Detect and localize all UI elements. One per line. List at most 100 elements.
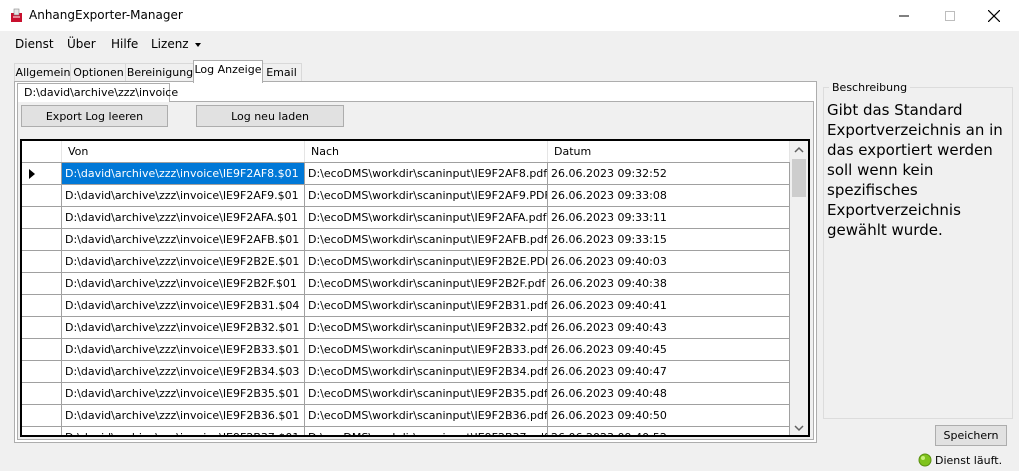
- cell-datum[interactable]: 26.06.2023 09:40:50: [548, 405, 790, 427]
- row-header[interactable]: [22, 229, 62, 251]
- scrollbar-thumb[interactable]: [792, 159, 806, 197]
- row-header[interactable]: [22, 185, 62, 207]
- row-header[interactable]: [22, 427, 62, 435]
- menu-dienst[interactable]: Dienst: [15, 37, 54, 51]
- cell-von[interactable]: D:\david\archive\zzz\invoice\IE9F2AFA.$0…: [62, 207, 305, 229]
- dropdown-arrow-icon: [195, 42, 202, 47]
- cell-von[interactable]: D:\david\archive\zzz\invoice\IE9F2AFB.$0…: [62, 229, 305, 251]
- table-row[interactable]: D:\david\archive\zzz\invoice\IE9F2AFA.$0…: [22, 207, 790, 229]
- minimize-button[interactable]: [881, 0, 927, 31]
- table-row[interactable]: D:\david\archive\zzz\invoice\IE9F2B35.$0…: [22, 383, 790, 405]
- cell-nach[interactable]: D:\ecoDMS\workdir\scaninput\IE9F2B37.pdf: [305, 427, 548, 435]
- tab-log-anzeige[interactable]: Log Anzeige: [193, 60, 263, 83]
- table-row[interactable]: D:\david\archive\zzz\invoice\IE9F2AF8.$0…: [22, 163, 790, 185]
- table-row[interactable]: D:\david\archive\zzz\invoice\IE9F2B31.$0…: [22, 295, 790, 317]
- title-bar: AnhangExporter-Manager: [0, 0, 1019, 31]
- cell-datum[interactable]: 26.06.2023 09:33:08: [548, 185, 790, 207]
- cell-von[interactable]: D:\david\archive\zzz\invoice\IE9F2B32.$0…: [62, 317, 305, 339]
- reload-log-button[interactable]: Log neu laden: [196, 105, 344, 127]
- cell-nach[interactable]: D:\ecoDMS\workdir\scaninput\IE9F2B31.pdf: [305, 295, 548, 317]
- cell-datum[interactable]: 26.06.2023 09:33:11: [548, 207, 790, 229]
- description-text: Gibt das Standard Exportverzeichnis an i…: [827, 101, 1003, 239]
- tab-email[interactable]: Email: [261, 63, 302, 82]
- table-row[interactable]: D:\david\archive\zzz\invoice\IE9F2B33.$0…: [22, 339, 790, 361]
- row-header[interactable]: [22, 361, 62, 383]
- row-header[interactable]: [22, 163, 62, 185]
- cell-nach[interactable]: D:\ecoDMS\workdir\scaninput\IE9F2B2F.pdf: [305, 273, 548, 295]
- status-bar: Dienst läuft.: [0, 449, 1019, 471]
- table-row[interactable]: D:\david\archive\zzz\invoice\IE9F2B2E.$0…: [22, 251, 790, 273]
- table-row[interactable]: D:\david\archive\zzz\invoice\IE9F2B37.$0…: [22, 427, 790, 435]
- row-header[interactable]: [22, 207, 62, 229]
- vertical-scrollbar[interactable]: [790, 141, 808, 437]
- cell-nach[interactable]: D:\ecoDMS\workdir\scaninput\IE9F2AF9.PDF: [305, 185, 548, 207]
- save-button[interactable]: Speichern: [935, 425, 1007, 446]
- row-header[interactable]: [22, 317, 62, 339]
- cell-von[interactable]: D:\david\archive\zzz\invoice\IE9F2B36.$0…: [62, 405, 305, 427]
- cell-nach[interactable]: D:\ecoDMS\workdir\scaninput\IE9F2AF8.pdf: [305, 163, 548, 185]
- table-row[interactable]: D:\david\archive\zzz\invoice\IE9F2B32.$0…: [22, 317, 790, 339]
- cell-datum[interactable]: 26.06.2023 09:40:38: [548, 273, 790, 295]
- menu-bar: Dienst Über Hilfe Lizenz: [0, 31, 1019, 55]
- menu-hilfe[interactable]: Hilfe: [111, 37, 138, 51]
- cell-von[interactable]: D:\david\archive\zzz\invoice\IE9F2B2F.$0…: [62, 273, 305, 295]
- row-header[interactable]: [22, 405, 62, 427]
- tab-bereinigung[interactable]: Bereinigung: [125, 63, 195, 82]
- menu-lizenz-label: Lizenz: [151, 37, 189, 51]
- cell-datum[interactable]: 26.06.2023 09:40:45: [548, 339, 790, 361]
- clear-log-button[interactable]: Export Log leeren: [21, 105, 168, 127]
- cell-nach[interactable]: D:\ecoDMS\workdir\scaninput\IE9F2B36.pdf: [305, 405, 548, 427]
- cell-nach[interactable]: D:\ecoDMS\workdir\scaninput\IE9F2AFA.pdf: [305, 207, 548, 229]
- cell-datum[interactable]: 26.06.2023 09:40:48: [548, 383, 790, 405]
- table-row[interactable]: D:\david\archive\zzz\invoice\IE9F2B34.$0…: [22, 361, 790, 383]
- window-title: AnhangExporter-Manager: [29, 8, 183, 22]
- cell-datum[interactable]: 26.06.2023 09:40:52: [548, 427, 790, 435]
- cell-von[interactable]: D:\david\archive\zzz\invoice\IE9F2B2E.$0…: [62, 251, 305, 273]
- table-row[interactable]: D:\david\archive\zzz\invoice\IE9F2B2F.$0…: [22, 273, 790, 295]
- cell-datum[interactable]: 26.06.2023 09:32:52: [548, 163, 790, 185]
- header-nach[interactable]: Nach: [305, 141, 548, 162]
- cell-nach[interactable]: D:\ecoDMS\workdir\scaninput\IE9F2B2E.PDF: [305, 251, 548, 273]
- cell-nach[interactable]: D:\ecoDMS\workdir\scaninput\IE9F2B35.pdf: [305, 383, 548, 405]
- header-datum[interactable]: Datum: [548, 141, 790, 162]
- app-icon: [11, 8, 22, 22]
- scroll-up-icon[interactable]: [790, 141, 808, 159]
- table-row[interactable]: D:\david\archive\zzz\invoice\IE9F2B36.$0…: [22, 405, 790, 427]
- table-row[interactable]: D:\david\archive\zzz\invoice\IE9F2AFB.$0…: [22, 229, 790, 251]
- row-header[interactable]: [22, 273, 62, 295]
- tab-allgemein[interactable]: Allgemein: [14, 63, 72, 82]
- log-grid[interactable]: Von Nach Datum D:\david\archive\zzz\invo…: [20, 139, 810, 437]
- cell-von[interactable]: D:\david\archive\zzz\invoice\IE9F2B34.$0…: [62, 361, 305, 383]
- cell-datum[interactable]: 26.06.2023 09:40:41: [548, 295, 790, 317]
- subtab-invoice[interactable]: D:\david\archive\zzz\invoice: [17, 83, 178, 102]
- table-row[interactable]: D:\david\archive\zzz\invoice\IE9F2AF9.$0…: [22, 185, 790, 207]
- cell-datum[interactable]: 26.06.2023 09:33:15: [548, 229, 790, 251]
- row-header[interactable]: [22, 339, 62, 361]
- cell-von[interactable]: D:\david\archive\zzz\invoice\IE9F2B31.$0…: [62, 295, 305, 317]
- menu-lizenz[interactable]: Lizenz: [151, 37, 202, 51]
- cell-nach[interactable]: D:\ecoDMS\workdir\scaninput\IE9F2B32.pdf: [305, 317, 548, 339]
- tab-optionen[interactable]: Optionen: [70, 63, 127, 82]
- close-button[interactable]: [971, 0, 1017, 31]
- cell-von[interactable]: D:\david\archive\zzz\invoice\IE9F2B35.$0…: [62, 383, 305, 405]
- scroll-down-icon[interactable]: [790, 419, 808, 437]
- row-header[interactable]: [22, 295, 62, 317]
- header-von[interactable]: Von: [62, 141, 305, 162]
- status-light-icon: [918, 453, 932, 467]
- cell-von[interactable]: D:\david\archive\zzz\invoice\IE9F2AF9.$0…: [62, 185, 305, 207]
- maximize-button[interactable]: [927, 0, 973, 31]
- cell-nach[interactable]: D:\ecoDMS\workdir\scaninput\IE9F2B34.pdf: [305, 361, 548, 383]
- cell-von[interactable]: D:\david\archive\zzz\invoice\IE9F2B33.$0…: [62, 339, 305, 361]
- cell-nach[interactable]: D:\ecoDMS\workdir\scaninput\IE9F2B33.pdf: [305, 339, 548, 361]
- cell-von[interactable]: D:\david\archive\zzz\invoice\IE9F2AF8.$0…: [62, 163, 305, 185]
- description-groupbox: Beschreibung Gibt das Standard Exportver…: [823, 81, 1013, 419]
- cell-datum[interactable]: 26.06.2023 09:40:03: [548, 251, 790, 273]
- cell-datum[interactable]: 26.06.2023 09:40:47: [548, 361, 790, 383]
- menu-ueber[interactable]: Über: [67, 37, 96, 51]
- cell-nach[interactable]: D:\ecoDMS\workdir\scaninput\IE9F2AFB.pdf: [305, 229, 548, 251]
- row-header[interactable]: [22, 251, 62, 273]
- cell-von[interactable]: D:\david\archive\zzz\invoice\IE9F2B37.$0…: [62, 427, 305, 435]
- cell-datum[interactable]: 26.06.2023 09:40:43: [548, 317, 790, 339]
- close-icon: [988, 9, 1000, 22]
- row-header[interactable]: [22, 383, 62, 405]
